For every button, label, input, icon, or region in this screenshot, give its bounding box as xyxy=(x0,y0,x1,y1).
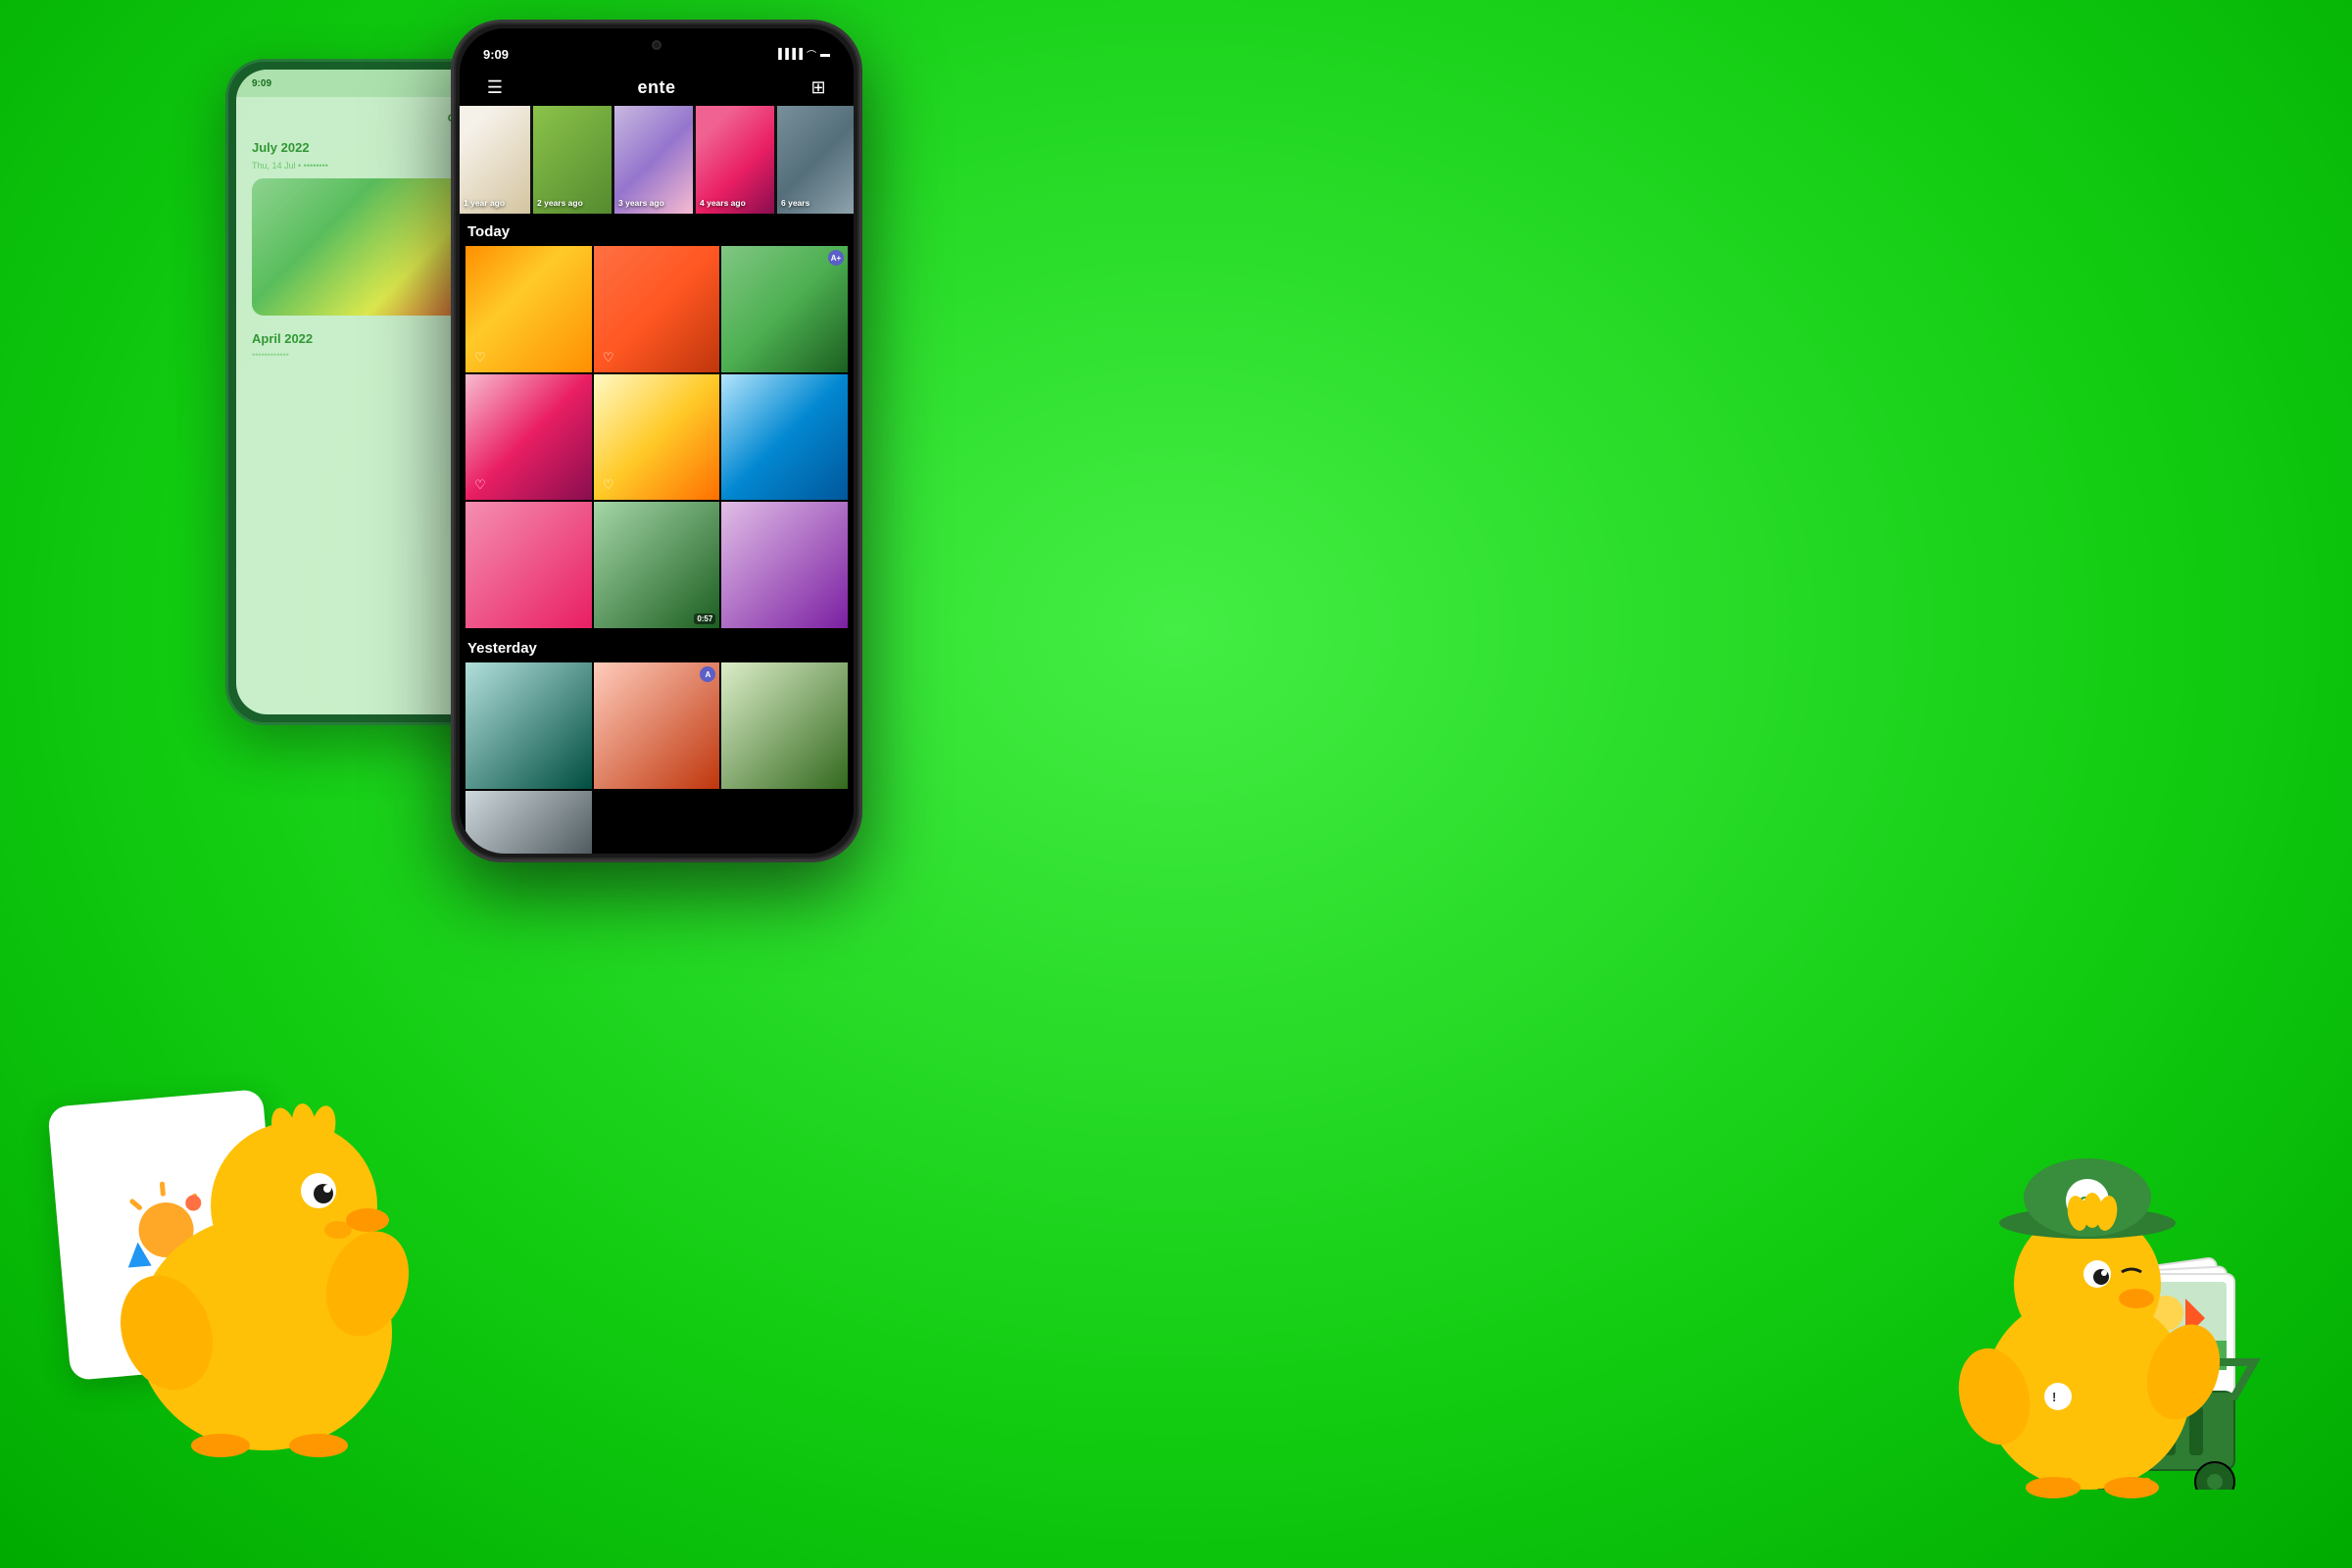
memories-strip[interactable]: 1 year ago 2 years ago 3 years ago 4 yea… xyxy=(460,106,854,214)
heart-4[interactable]: ♡ xyxy=(471,476,489,494)
front-camera xyxy=(652,40,662,50)
app-header: ☰ ente ⊞ xyxy=(460,72,854,106)
heart-5[interactable]: ♡ xyxy=(600,476,617,494)
memory-2-label: 2 years ago xyxy=(537,198,608,208)
section-yesterday: Yesterday xyxy=(466,630,848,662)
badge-yday-2: A xyxy=(700,666,715,682)
photo-today-3[interactable]: A+ xyxy=(721,246,848,372)
memory-1-label: 1 year ago xyxy=(464,198,526,208)
chick-right-svg: e ! xyxy=(1940,1137,2234,1509)
memory-4-label: 4 years ago xyxy=(700,198,770,208)
photo-today-5[interactable]: ♡ xyxy=(594,374,720,501)
badge-3: A+ xyxy=(828,250,844,266)
photo-today-7[interactable] xyxy=(466,502,592,628)
app-title: ente xyxy=(637,77,675,98)
section-today: Today xyxy=(466,214,848,246)
status-icons: ▐▐▐▐ ⌒ ▬ xyxy=(775,47,830,62)
secondary-time: 9:09 xyxy=(252,78,271,89)
photo-today-2[interactable]: ♡ xyxy=(594,246,720,372)
phone-screen: 9:09 ▐▐▐▐ ⌒ ▬ ☰ ente ⊞ 1 year ago 2 year… xyxy=(460,28,854,854)
photo-today-4[interactable]: ♡ xyxy=(466,374,592,501)
battery-icon: ▬ xyxy=(820,49,830,60)
photo-yesterday-4[interactable] xyxy=(466,791,592,854)
svg-text:!: ! xyxy=(2052,1390,2056,1404)
memory-4[interactable]: 4 years ago xyxy=(696,106,774,214)
photo-today-6[interactable] xyxy=(721,374,848,501)
today-grid: ♡ ♡ A+ ♡ ♡ 0:57 xyxy=(466,246,848,628)
signal-icon: ▐▐▐▐ xyxy=(775,49,803,60)
wifi-icon: ⌒ xyxy=(807,47,816,62)
chick-left xyxy=(78,1039,451,1490)
photos-scroll[interactable]: Today ♡ ♡ A+ ♡ ♡ xyxy=(460,214,854,854)
phone-notch xyxy=(608,34,706,56)
memory-5-label: 6 years xyxy=(781,198,852,208)
photo-yesterday-2[interactable]: A xyxy=(594,662,720,789)
chick-right: e ! xyxy=(1940,1137,2234,1509)
chick-left-svg xyxy=(78,1039,451,1490)
photo-yesterday-3[interactable] xyxy=(721,662,848,789)
menu-icon[interactable]: ☰ xyxy=(479,77,511,98)
video-duration-8: 0:57 xyxy=(694,613,715,624)
memory-1[interactable]: 1 year ago xyxy=(460,106,530,214)
photo-yesterday-1[interactable] xyxy=(466,662,592,789)
memory-2[interactable]: 2 years ago xyxy=(533,106,612,214)
yesterday-grid: A xyxy=(466,662,848,854)
memory-3-label: 3 years ago xyxy=(618,198,689,208)
memory-5[interactable]: 6 years xyxy=(777,106,854,214)
status-time: 9:09 xyxy=(483,47,509,62)
photo-today-1[interactable]: ♡ xyxy=(466,246,592,372)
upload-icon[interactable]: ⊞ xyxy=(803,77,834,98)
photo-today-8[interactable]: 0:57 xyxy=(594,502,720,628)
photo-today-9[interactable] xyxy=(721,502,848,628)
heart-1[interactable]: ♡ xyxy=(471,349,489,367)
memory-3[interactable]: 3 years ago xyxy=(614,106,693,214)
main-phone: 9:09 ▐▐▐▐ ⌒ ▬ ☰ ente ⊞ 1 year ago 2 year… xyxy=(451,20,862,862)
heart-2[interactable]: ♡ xyxy=(600,349,617,367)
